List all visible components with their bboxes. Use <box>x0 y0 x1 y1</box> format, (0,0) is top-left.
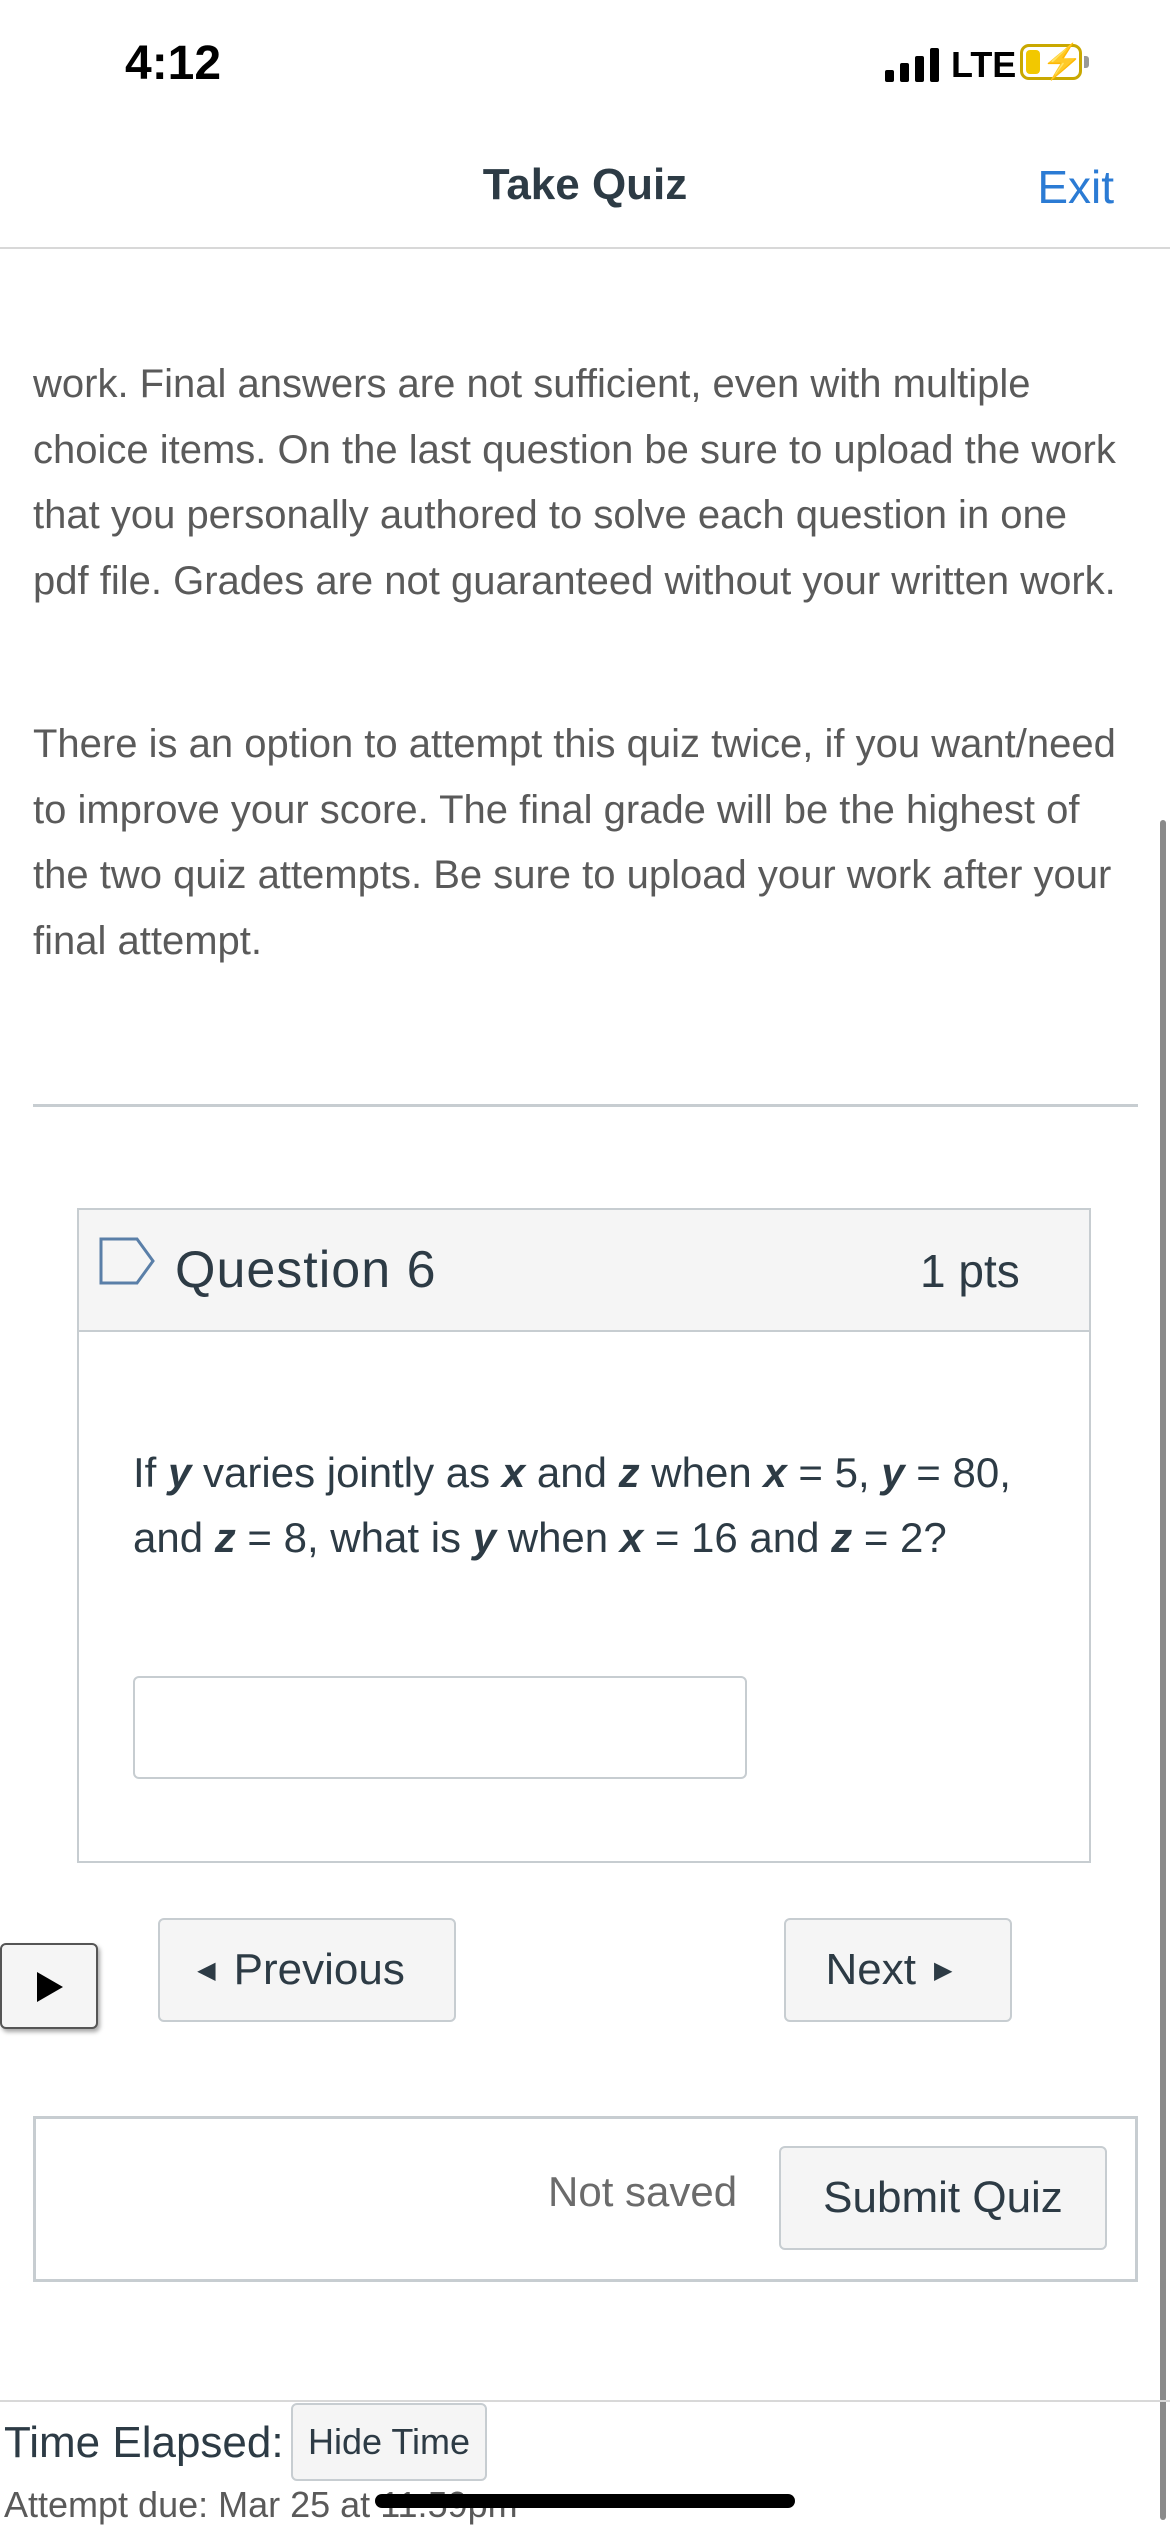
previous-label: Previous <box>233 1945 405 1994</box>
time-elapsed-label: Time Elapsed: <box>4 2418 284 2467</box>
bookmark-flag-icon[interactable] <box>99 1237 157 1285</box>
variable: y <box>168 1449 192 1496</box>
previous-button[interactable]: ◀ Previous <box>158 1918 456 2022</box>
answer-input[interactable] <box>133 1676 747 1779</box>
question-points: 1 pts <box>920 1245 1020 1297</box>
question-text: If y varies jointly as x and z when x = … <box>133 1449 1011 1561</box>
network-type-label: LTE <box>951 44 1017 85</box>
variable: y <box>881 1449 905 1496</box>
exit-button[interactable]: Exit <box>1037 160 1114 214</box>
variable: x <box>763 1449 787 1496</box>
timer-bar-divider <box>0 2400 1170 2402</box>
instructions-paragraph: work. Final answers are not sufficient, … <box>33 362 1116 603</box>
variable: x <box>501 1449 526 1496</box>
battery-tip <box>1084 56 1089 68</box>
play-button[interactable] <box>0 1943 98 2029</box>
variable: y <box>472 1514 497 1561</box>
submit-quiz-button[interactable]: Submit Quiz <box>779 2146 1107 2250</box>
variable: z <box>618 1449 640 1496</box>
variable: z <box>214 1514 236 1561</box>
caret-right-icon: ▶ <box>934 1956 953 1984</box>
caret-left-icon: ◀ <box>197 1956 216 1984</box>
nav-divider <box>0 247 1170 249</box>
status-bar-time: 4:12 <box>125 37 222 90</box>
question-title: Question 6 <box>175 1241 437 1299</box>
next-button[interactable]: Next ▶ <box>784 1918 1012 2022</box>
next-label: Next <box>825 1945 916 1994</box>
page-title: Take Quiz <box>482 160 688 209</box>
battery-charging-icon: ⚡ <box>1020 44 1083 80</box>
home-indicator[interactable] <box>375 2494 795 2508</box>
section-divider <box>33 1104 1138 1107</box>
scrollbar[interactable] <box>1160 820 1166 2520</box>
variable: x <box>619 1514 644 1561</box>
play-icon <box>37 1972 63 2002</box>
save-status: Not saved <box>548 2168 738 2215</box>
signal-bars-icon <box>885 48 941 82</box>
instructions-paragraph: There is an option to attempt this quiz … <box>33 722 1116 963</box>
hide-time-button[interactable]: Hide Time <box>291 2403 487 2481</box>
variable: z <box>831 1514 853 1561</box>
